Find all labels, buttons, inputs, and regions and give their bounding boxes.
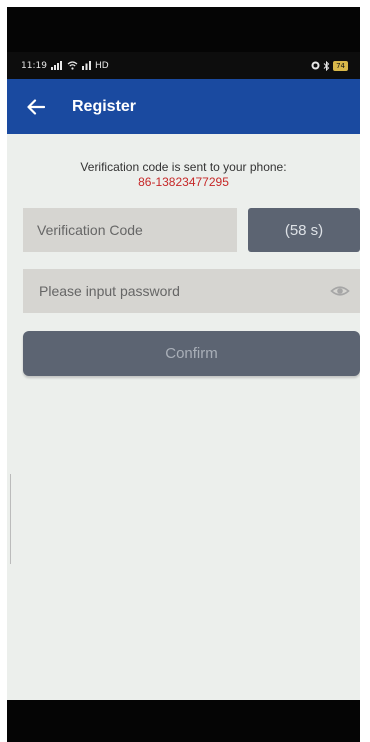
status-right: 74 <box>311 60 348 71</box>
verification-text: Verification code is sent to your phone: <box>80 160 287 174</box>
top-letterbox <box>7 7 360 52</box>
bluetooth-icon <box>323 60 330 71</box>
confirm-button[interactable]: Confirm <box>23 331 360 376</box>
resend-countdown-button[interactable]: (58 s) <box>248 208 360 252</box>
back-button[interactable] <box>7 79 65 134</box>
password-field <box>23 269 360 313</box>
password-input[interactable] <box>23 269 313 313</box>
page-title: Register <box>72 97 137 115</box>
phone-frame: 11:19 HD 74 Register Verification code i… <box>7 7 360 742</box>
status-time: 11:19 <box>21 60 47 71</box>
wifi-icon <box>67 61 78 70</box>
bottom-letterbox <box>7 700 360 742</box>
signal-icon-2 <box>81 61 91 70</box>
status-left: 11:19 HD <box>21 61 109 71</box>
battery-icon: 74 <box>333 60 348 71</box>
verification-code-input[interactable] <box>23 208 237 252</box>
phone-number: 86-13823477295 <box>138 175 229 189</box>
arrow-left-icon <box>27 98 45 115</box>
eye-icon[interactable] <box>330 281 350 301</box>
verification-message: Verification code is sent to your phone:… <box>7 160 360 189</box>
edge-handle[interactable] <box>7 474 11 564</box>
register-form: Verification code is sent to your phone:… <box>7 134 360 700</box>
alarm-icon <box>311 61 320 70</box>
signal-icon <box>50 61 62 70</box>
app-bar: Register <box>7 79 360 134</box>
status-bar: 11:19 HD 74 <box>7 52 360 79</box>
network-type: HD <box>94 60 109 71</box>
